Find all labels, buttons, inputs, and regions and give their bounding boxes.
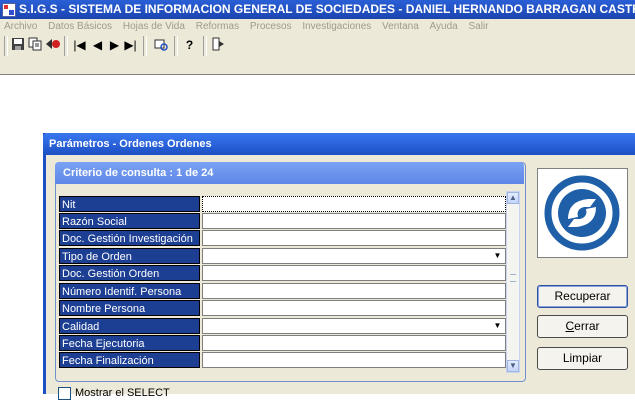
window-title: S.I.G.S - SISTEMA DE INFORMACION GENERAL… [19,2,635,16]
field-label: Tipo de Orden [59,248,200,264]
field-label: Doc. Gestión Investigación [59,230,200,246]
criteria-scrollbar[interactable]: ▲ ▼ [506,191,520,373]
criteria-header: Criterio de consulta : 1 de 24 [55,162,524,184]
cerrar-button[interactable]: Cerrar [537,315,628,338]
menu-bar: Archivo Datos Básicos Hojas de Vida Refo… [0,19,635,34]
window-title-bar: S.I.G.S - SISTEMA DE INFORMACION GENERAL… [0,0,635,19]
field-label: Fecha Finalización [59,352,200,368]
field-label: Razón Social [59,213,200,229]
toolbar-separator [143,36,147,56]
toolbar-separator [64,36,68,56]
menu-archivo[interactable]: Archivo [4,21,37,32]
first-record-icon[interactable]: |◀ [71,37,88,54]
scroll-grip[interactable] [510,274,516,282]
field-row-fecha-finalizacion: Fecha Finalización [59,352,506,369]
field-label: Fecha Ejecutoria [59,335,200,351]
toolbar-separator [4,36,8,56]
calidad-select[interactable]: ▼ [202,318,506,334]
field-row-nit: Nit [59,196,506,213]
field-row-calidad: Calidad ▼ [59,318,506,335]
menu-ayuda[interactable]: Ayuda [430,21,458,32]
cerrar-label: errar [574,319,600,333]
menu-reformas[interactable]: Reformas [196,21,239,32]
menu-investigaciones[interactable]: Investigaciones [302,21,371,32]
last-record-icon[interactable]: ▶| [122,37,139,54]
save-icon[interactable] [9,37,26,54]
recuperar-button[interactable]: Recuperar [537,285,628,308]
field-row-fecha-ejecutoria: Fecha Ejecutoria [59,335,506,352]
mostrar-select-label: Mostrar el SELECT [75,387,170,399]
menu-hojas-de-vida[interactable]: Hojas de Vida [123,21,185,32]
dialog-title: Parámetros - Ordenes Ordenes [43,133,635,155]
field-row-numero-identif-persona: Número Identif. Persona [59,283,506,300]
next-record-icon[interactable]: ▶ [106,37,123,54]
fecha-finalizacion-input[interactable] [202,352,506,368]
limpiar-button[interactable]: Limpiar [537,347,628,370]
field-label: Nombre Persona [59,300,200,316]
field-row-nombre-persona: Nombre Persona [59,300,506,317]
cerrar-mnemonic: C [565,319,575,333]
exit-icon[interactable] [209,37,226,54]
menu-salir[interactable]: Salir [469,21,489,32]
field-label: Doc. Gestión Orden [59,265,200,281]
copy-icon[interactable] [26,37,43,54]
query-icon[interactable] [152,37,169,54]
field-label: Número Identif. Persona [59,283,200,299]
company-logo [537,168,628,258]
scroll-up-icon[interactable]: ▲ [507,192,519,204]
nit-input[interactable] [202,196,506,212]
field-row-doc-gestion-investigacion: Doc. Gestión Investigación [59,230,506,247]
doc-gestion-investigacion-input[interactable] [202,230,506,246]
menu-datos-basicos[interactable]: Datos Básicos [48,21,112,32]
help-icon[interactable]: ? [181,37,198,54]
app-icon [2,3,16,17]
back-icon[interactable] [44,37,61,54]
fecha-ejecutoria-input[interactable] [202,335,506,351]
menu-ventana[interactable]: Ventana [382,21,419,32]
previous-record-icon[interactable]: ◀ [89,37,106,54]
toolbar-separator [174,36,178,56]
doc-gestion-orden-input[interactable] [202,265,506,281]
scroll-down-icon[interactable]: ▼ [507,360,519,372]
menu-procesos[interactable]: Procesos [250,21,292,32]
field-row-doc-gestion-orden: Doc. Gestión Orden [59,265,506,282]
field-label: Calidad [59,318,200,334]
nombre-persona-input[interactable] [202,300,506,316]
numero-identif-persona-input[interactable] [202,283,506,299]
razon-social-input[interactable] [202,213,506,229]
field-row-razon-social: Razón Social [59,213,506,230]
dropdown-arrow-icon[interactable]: ▼ [491,250,504,262]
tipo-de-orden-select[interactable]: ▼ [202,248,506,264]
field-row-tipo-de-orden: Tipo de Orden ▼ [59,248,506,265]
toolbar: |◀ ◀ ▶ ▶| ? [0,34,635,75]
toolbar-separator [203,36,207,56]
field-label: Nit [59,196,200,212]
dropdown-arrow-icon[interactable]: ▼ [491,320,504,332]
supersociedades-logo-icon [544,175,620,251]
